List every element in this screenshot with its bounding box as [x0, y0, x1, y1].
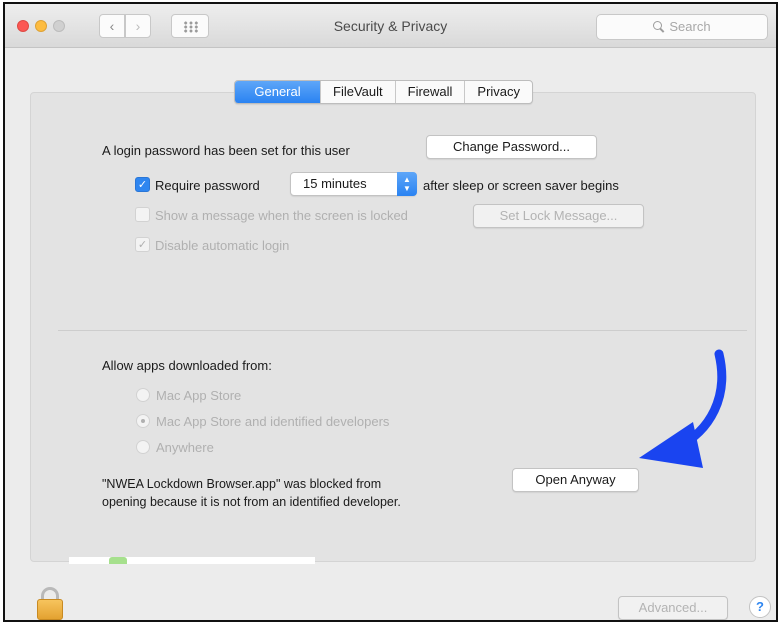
tab-filevault[interactable]: FileVault	[321, 81, 396, 103]
require-password-suffix: after sleep or screen saver begins	[423, 178, 619, 193]
radio-identified-developers[interactable]	[136, 414, 150, 428]
login-password-text: A login password has been set for this u…	[102, 143, 350, 158]
partial-status-strip	[69, 557, 315, 564]
search-icon	[653, 21, 664, 32]
title-bar: ‹ › Security & Privacy Search	[5, 4, 776, 48]
tab-privacy[interactable]: Privacy	[465, 81, 532, 103]
allow-apps-heading: Allow apps downloaded from:	[102, 358, 272, 373]
show-message-label: Show a message when the screen is locked	[155, 208, 408, 223]
require-password-checkbox[interactable]: ✓	[135, 177, 150, 192]
radio-anywhere[interactable]	[136, 440, 150, 454]
tab-general[interactable]: General	[235, 81, 321, 103]
radio-mac-app-store-label: Mac App Store	[156, 388, 242, 403]
advanced-button[interactable]: Advanced...	[618, 596, 728, 620]
blocked-message-line-1: "NWEA Lockdown Browser.app" was blocked …	[102, 477, 382, 491]
radio-identified-developers-label: Mac App Store and identified developers	[156, 414, 390, 429]
require-password-label: Require password	[155, 178, 260, 193]
search-field[interactable]: Search	[596, 14, 768, 40]
disable-auto-login-checkbox[interactable]: ✓	[135, 237, 150, 252]
preferences-window: ‹ › Security & Privacy Search General Fi…	[3, 2, 778, 622]
stepper-arrows-icon: ▲ ▼	[397, 172, 417, 196]
lock-icon[interactable]	[34, 583, 70, 620]
lock-body	[37, 599, 63, 620]
change-password-button[interactable]: Change Password...	[426, 135, 597, 159]
section-divider	[58, 330, 747, 331]
green-indicator	[109, 557, 127, 564]
general-pane	[30, 92, 756, 562]
annotation-arrow-icon	[639, 349, 727, 468]
require-password-delay-select[interactable]: 15 minutes ▲ ▼	[290, 172, 417, 196]
tab-bar: General FileVault Firewall Privacy	[234, 80, 534, 104]
tab-firewall[interactable]: Firewall	[396, 81, 466, 103]
help-button[interactable]: ?	[749, 596, 771, 618]
show-message-checkbox[interactable]	[135, 207, 150, 222]
disable-auto-login-label: Disable automatic login	[155, 238, 290, 253]
open-anyway-button[interactable]: Open Anyway	[512, 468, 639, 492]
blocked-message-line-2: opening because it is not from an identi…	[102, 495, 401, 509]
require-password-delay-value: 15 minutes	[303, 176, 367, 191]
search-placeholder: Search	[669, 19, 711, 34]
set-lock-message-button[interactable]: Set Lock Message...	[473, 204, 644, 228]
radio-mac-app-store[interactable]	[136, 388, 150, 402]
radio-anywhere-label: Anywhere	[156, 440, 214, 455]
